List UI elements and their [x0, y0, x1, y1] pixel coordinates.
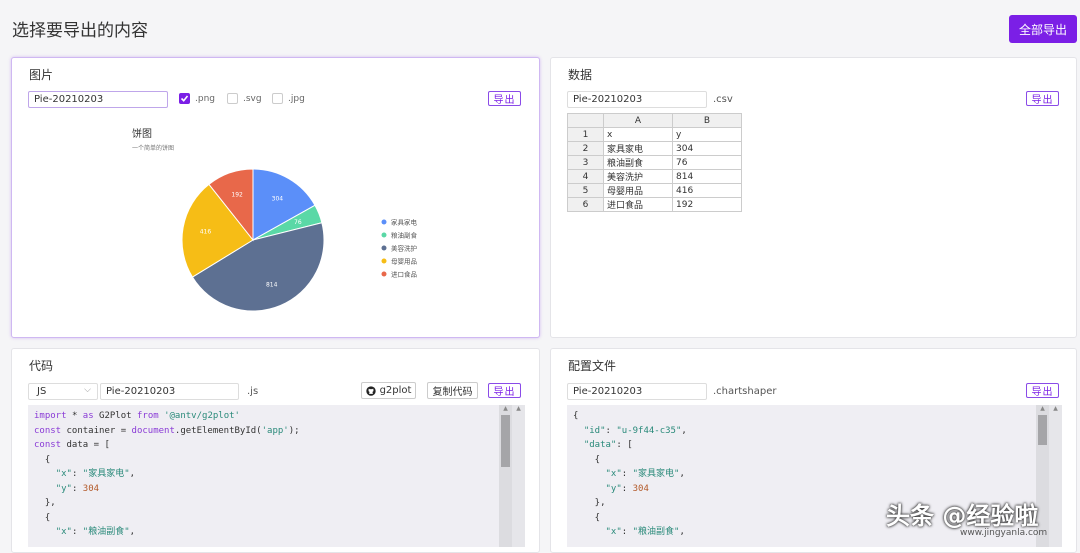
png-checkbox[interactable]: .png [179, 93, 215, 104]
legend-label[interactable]: 进口食品 [391, 270, 417, 279]
slice-label: 304 [272, 195, 284, 202]
language-value: JS [37, 386, 47, 397]
legend-marker[interactable] [381, 271, 387, 277]
data-filename-input[interactable] [567, 91, 707, 108]
config-panel-title: 配置文件 [568, 359, 617, 373]
jpg-checkbox-box[interactable] [272, 93, 283, 104]
table-cell[interactable]: 304 [672, 141, 742, 156]
code-filename-input[interactable] [100, 383, 239, 400]
table-cell[interactable]: 76 [672, 155, 742, 170]
legend-label[interactable]: 美容洗护 [391, 244, 417, 253]
slice-label: 192 [231, 191, 243, 198]
chartshaper-ext: .chartshaper [713, 386, 777, 397]
scroll-up-icon[interactable]: ▲ [1036, 405, 1049, 412]
jpg-checkbox[interactable]: .jpg [272, 93, 305, 104]
code-editor[interactable]: import * as G2Plot from '@antv/g2plot' c… [28, 405, 513, 547]
row-number: 3 [567, 155, 604, 170]
g2plot-label: g2plot [379, 385, 412, 396]
scroll-up-icon[interactable]: ▲ [1049, 405, 1062, 412]
data-export-button[interactable]: 导出 [1026, 91, 1059, 106]
row-number: 5 [567, 183, 604, 198]
slice-label: 416 [200, 229, 212, 236]
legend-label[interactable]: 母婴用品 [391, 258, 417, 266]
legend-label[interactable]: 家具家电 [391, 218, 418, 227]
image-filename-input[interactable] [28, 91, 168, 108]
table-cell[interactable]: x [603, 127, 673, 142]
row-number: 4 [567, 169, 604, 184]
table-cell[interactable]: 母婴用品 [603, 183, 673, 198]
legend-label[interactable]: 粮油副食 [391, 231, 418, 240]
table-cell[interactable]: 美容洗护 [603, 169, 673, 184]
csv-ext: .csv [713, 94, 733, 105]
slice-label: 76 [294, 219, 302, 226]
image-export-button[interactable]: 导出 [488, 91, 521, 106]
table-cell[interactable]: 416 [672, 183, 742, 198]
slice-label: 814 [266, 282, 278, 289]
export-all-button[interactable]: 全部导出 [1009, 15, 1077, 43]
chart-title: 饼图 [132, 129, 152, 140]
copy-code-button[interactable]: 复制代码 [427, 382, 478, 399]
config-scrollbar-right[interactable]: ▲ [1049, 405, 1062, 547]
corner-cell [567, 113, 604, 128]
scrollbar-thumb[interactable] [501, 415, 510, 467]
g2plot-button[interactable]: g2plot [361, 382, 416, 399]
table-cell[interactable]: 进口食品 [603, 197, 673, 212]
jpg-label: .jpg [288, 93, 305, 104]
pie-chart: 304 76 814 416 192 家具家电粮油副食美容洗护母婴用品进口食品 [181, 168, 418, 312]
row-number: 6 [567, 197, 604, 212]
row-number: 1 [567, 127, 604, 142]
column-header: A [603, 113, 673, 128]
code-export-button[interactable]: 导出 [488, 383, 521, 398]
image-panel-title: 图片 [29, 68, 54, 82]
config-export-button[interactable]: 导出 [1026, 383, 1059, 398]
data-sheet: A B 1xy 2 家具家电 304 3 粮油副食 76 4 美容洗护 814 5 母婴用品 4… [567, 113, 742, 212]
svg-checkbox[interactable]: .svg [227, 93, 262, 104]
legend-marker[interactable] [381, 258, 387, 264]
table-cell[interactable]: 家具家电 [603, 141, 673, 156]
row-number: 2 [567, 141, 604, 156]
scroll-up-icon[interactable]: ▲ [499, 405, 512, 412]
png-label: .png [195, 93, 215, 104]
code-panel-title: 代码 [29, 359, 54, 373]
language-select[interactable]: JS ⌵ [28, 383, 98, 400]
github-icon [365, 385, 376, 396]
chevron-down-icon: ⌵ [84, 385, 91, 395]
legend-marker[interactable] [381, 232, 387, 238]
png-checkbox-box[interactable] [179, 93, 190, 104]
scroll-up-icon[interactable]: ▲ [512, 405, 525, 412]
table-cell[interactable]: 814 [672, 169, 742, 184]
watermark-url: www.jingyanla.com [960, 528, 1048, 538]
page-title: 选择要导出的内容 [12, 21, 148, 41]
table-cell[interactable]: y [672, 127, 742, 142]
column-header: B [672, 113, 742, 128]
js-ext: .js [247, 386, 259, 397]
table-cell[interactable]: 粮油副食 [603, 155, 673, 170]
config-filename-input[interactable] [567, 383, 707, 400]
legend-marker[interactable] [381, 245, 387, 251]
data-panel-title: 数据 [568, 68, 593, 82]
watermark: 头条 @经验啦 [886, 502, 1039, 530]
svg-label: .svg [243, 93, 262, 104]
code-scrollbar[interactable]: ▲ [499, 405, 512, 547]
code-scrollbar-right[interactable]: ▲ [512, 405, 525, 547]
legend-marker[interactable] [381, 219, 387, 225]
scrollbar-thumb[interactable] [1038, 415, 1047, 445]
svg-checkbox-box[interactable] [227, 93, 238, 104]
table-cell[interactable]: 192 [672, 197, 742, 212]
